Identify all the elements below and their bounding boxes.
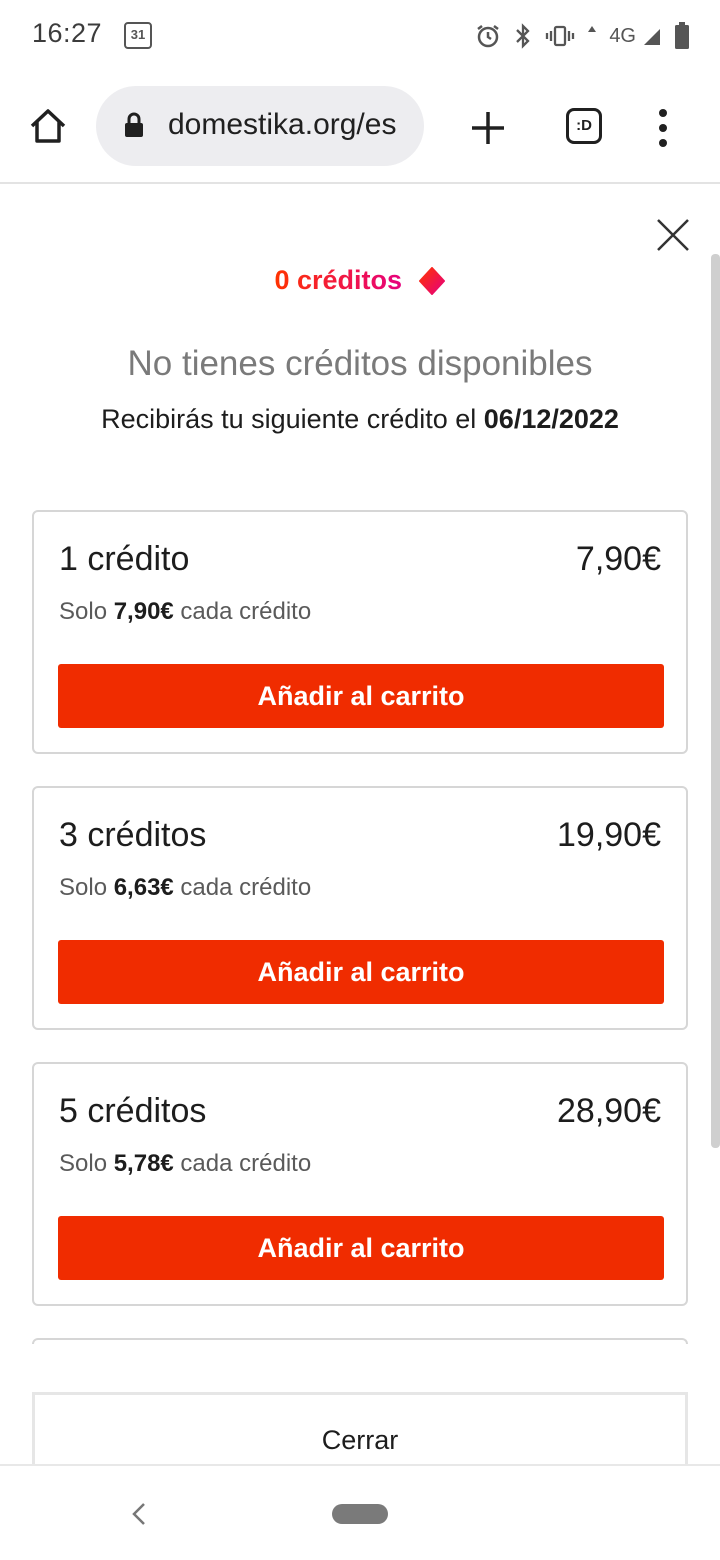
next-credit-date: 06/12/2022 bbox=[483, 404, 619, 434]
next-credit-info: Recibirás tu siguiente crédito el 06/12/… bbox=[0, 404, 720, 435]
home-icon[interactable] bbox=[28, 106, 68, 146]
package-title: 1 crédito bbox=[59, 540, 190, 578]
url-text: domestika.org/es bbox=[168, 108, 397, 141]
package-price: 7,90€ bbox=[575, 540, 661, 578]
lock-icon bbox=[125, 112, 143, 137]
package-price: 19,90€ bbox=[557, 816, 661, 854]
more-menu-icon[interactable] bbox=[654, 108, 672, 148]
status-icons: 4G bbox=[475, 20, 690, 52]
unit-suffix: cada crédito bbox=[173, 874, 312, 901]
credit-balance: 0 créditos bbox=[0, 264, 720, 296]
package-card-partial bbox=[32, 1338, 688, 1344]
next-credit-prefix: Recibirás tu siguiente crédito el bbox=[101, 404, 484, 434]
package-card-5: 5 créditos 28,90€ Solo 5,78€ cada crédit… bbox=[32, 1062, 688, 1306]
scrollbar[interactable] bbox=[711, 254, 720, 1148]
home-pill[interactable] bbox=[332, 1504, 388, 1524]
unit-prefix: Solo bbox=[59, 1150, 114, 1177]
calendar-icon: 31 bbox=[124, 22, 152, 49]
signal-icon bbox=[644, 29, 660, 45]
no-credits-heading: No tienes créditos disponibles bbox=[127, 344, 593, 383]
credit-gem-icon bbox=[418, 266, 445, 295]
network-type: 4G bbox=[609, 24, 636, 47]
package-price: 28,90€ bbox=[557, 1092, 661, 1130]
address-bar[interactable]: domestika.org/es bbox=[96, 86, 424, 166]
browser-toolbar: domestika.org/es :D bbox=[0, 72, 720, 184]
new-tab-icon[interactable] bbox=[468, 108, 508, 148]
package-card-3: 3 créditos 19,90€ Solo 6,63€ cada crédit… bbox=[32, 786, 688, 1030]
package-title: 3 créditos bbox=[59, 816, 207, 854]
add-to-cart-button[interactable]: Añadir al carrito bbox=[58, 664, 664, 728]
tab-switcher-button[interactable]: :D bbox=[566, 108, 602, 144]
status-time: 16:27 bbox=[32, 18, 103, 48]
close-icon[interactable] bbox=[656, 218, 690, 252]
alarm-icon bbox=[477, 25, 500, 48]
battery-icon bbox=[675, 22, 689, 49]
unit-prefix: Solo bbox=[59, 874, 114, 901]
status-bar: 16:27 31 4G bbox=[0, 0, 720, 72]
unit-price: 5,78€ bbox=[113, 1150, 174, 1177]
unit-suffix: cada crédito bbox=[173, 1150, 312, 1177]
add-to-cart-button[interactable]: Añadir al carrito bbox=[58, 940, 664, 1004]
package-unit-info: Solo 5,78€ cada crédito bbox=[59, 1150, 311, 1178]
package-unit-info: Solo 7,90€ cada crédito bbox=[59, 598, 311, 626]
bluetooth-icon bbox=[516, 23, 530, 49]
unit-prefix: Solo bbox=[59, 598, 114, 625]
add-to-cart-button[interactable]: Añadir al carrito bbox=[58, 1216, 664, 1280]
unit-suffix: cada crédito bbox=[173, 598, 312, 625]
data-arrow-icon bbox=[588, 26, 597, 32]
vibrate-icon bbox=[546, 25, 575, 47]
back-icon[interactable] bbox=[130, 1502, 148, 1526]
unit-price: 7,90€ bbox=[113, 598, 174, 625]
modal-footer: Cerrar bbox=[0, 1378, 720, 1480]
package-unit-info: Solo 6,63€ cada crédito bbox=[59, 874, 311, 902]
package-title: 5 créditos bbox=[59, 1092, 207, 1130]
navigation-bar bbox=[0, 1464, 720, 1560]
package-card-1: 1 crédito 7,90€ Solo 7,90€ cada crédito … bbox=[32, 510, 688, 754]
credit-balance-label: 0 créditos bbox=[274, 265, 403, 296]
unit-price: 6,63€ bbox=[113, 874, 174, 901]
